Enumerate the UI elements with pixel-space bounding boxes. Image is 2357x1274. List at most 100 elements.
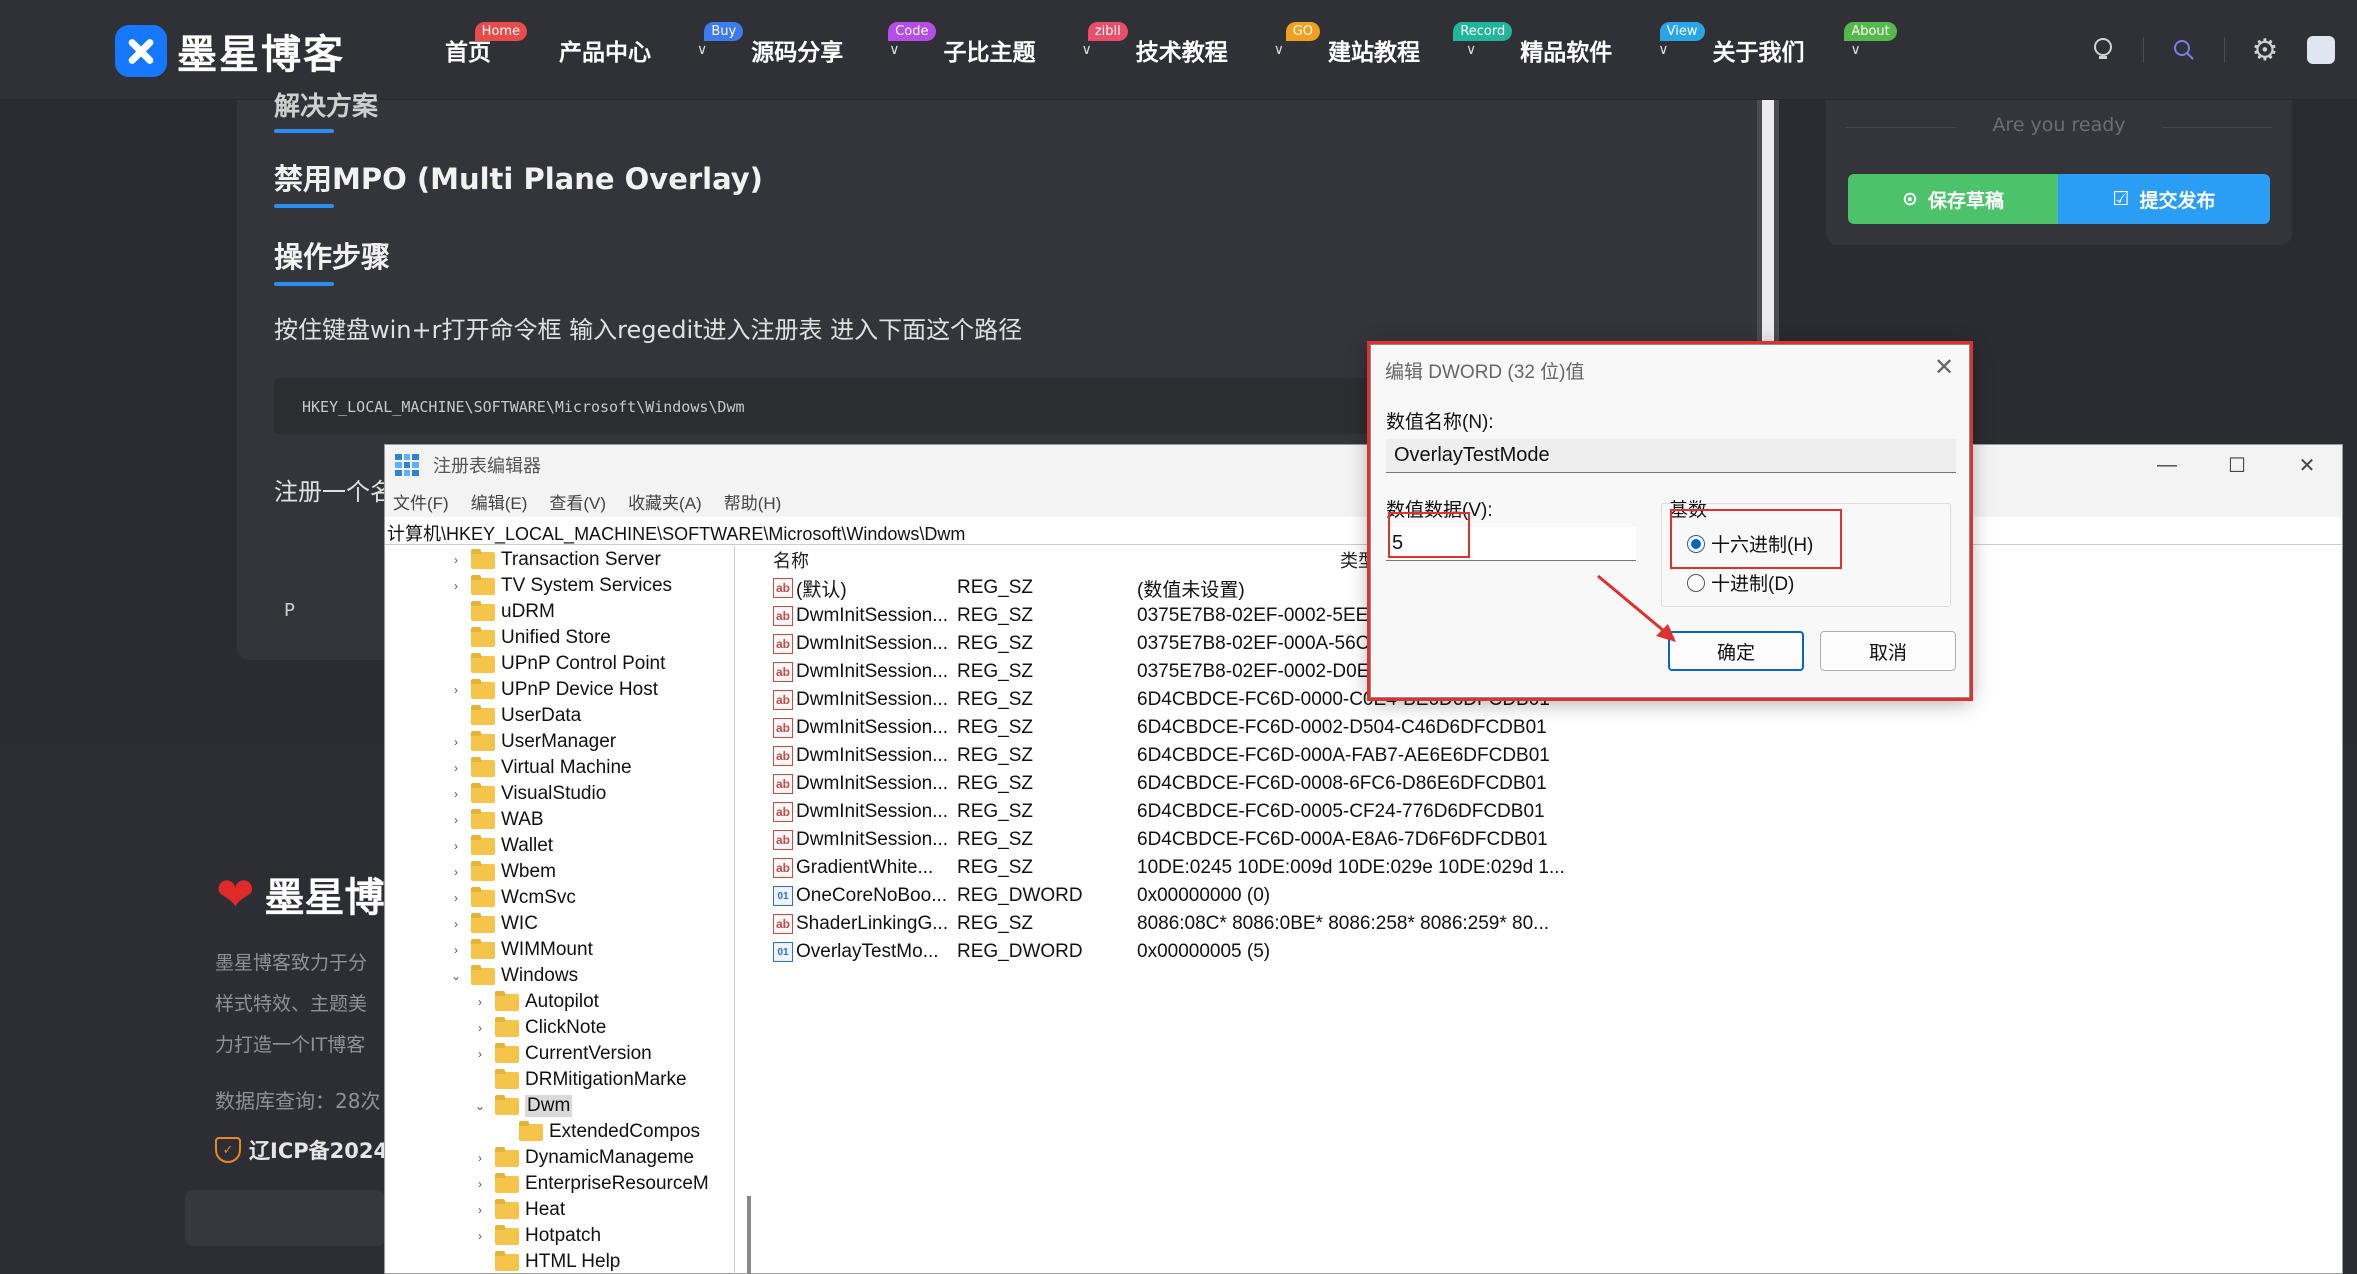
chevron-right-icon[interactable]: › (447, 761, 465, 775)
tree-scrollbar[interactable] (747, 1196, 751, 1274)
chevron-right-icon[interactable]: › (447, 943, 465, 957)
chevron-right-icon[interactable]: › (447, 683, 465, 697)
tree-item[interactable]: › Wbem (447, 859, 556, 885)
tree-item[interactable]: › VisualStudio (447, 781, 606, 807)
tree-item[interactable]: › EnterpriseResourceM (471, 1171, 709, 1197)
nav-item[interactable]: 关于我们 About ∨ (1713, 22, 1897, 70)
value-data-field[interactable]: 5 (1386, 527, 1636, 561)
tree-item[interactable]: › Heat (471, 1197, 565, 1223)
tree-item[interactable]: › Virtual Machine (447, 755, 632, 781)
value-name-field[interactable]: OverlayTestMode (1386, 439, 1956, 473)
maximize-icon[interactable]: ☐ (2202, 445, 2272, 485)
menu-item[interactable]: 编辑(E) (471, 489, 528, 514)
value-row[interactable]: 01 OneCoreNoBoo... REG_DWORD 0x00000000 (0) (773, 882, 2333, 910)
tree-item[interactable]: › WAB (447, 807, 544, 833)
tree-item[interactable]: Unified Store (447, 625, 611, 651)
publish-button[interactable]: ☑ 提交发布 (2058, 174, 2270, 224)
column-header-name[interactable]: 名称 (773, 546, 809, 574)
nav-item[interactable]: 首页 Home (445, 22, 527, 70)
chevron-right-icon[interactable]: › (447, 891, 465, 905)
dialog-close-icon[interactable]: ✕ (1929, 353, 1959, 382)
value-row[interactable]: 01 OverlayTestMo... REG_DWORD 0x00000005 (5… (773, 938, 2333, 966)
minimize-icon[interactable]: — (2132, 445, 2202, 485)
menu-item[interactable]: 帮助(H) (724, 489, 782, 514)
chevron-right-icon[interactable]: › (447, 839, 465, 853)
folder-icon (495, 1146, 519, 1167)
dword-value-icon: 01 (773, 942, 793, 962)
chevron-down-icon[interactable]: ⌄ (447, 969, 465, 983)
tree-item[interactable]: › Autopilot (471, 989, 599, 1015)
tree-item[interactable]: DRMitigationMarke (471, 1067, 687, 1093)
tree-item[interactable]: › WIC (447, 911, 538, 937)
chevron-right-icon[interactable]: › (471, 1177, 489, 1191)
close-icon[interactable]: ✕ (2272, 445, 2342, 485)
chevron-right-icon[interactable]: › (447, 553, 465, 567)
icp-link[interactable]: ✓ 辽ICP备2024 (215, 1135, 388, 1165)
chevron-right-icon[interactable]: › (471, 1047, 489, 1061)
page-scrollbar[interactable] (1757, 100, 1779, 345)
tree-item[interactable]: UserData (447, 703, 581, 729)
value-row[interactable]: ab ShaderLinkingG... REG_SZ 8086:08C* 8086:… (773, 910, 2333, 938)
search-icon[interactable] (2164, 30, 2204, 70)
chevron-right-icon[interactable]: › (471, 1203, 489, 1217)
nav-item[interactable]: 子比主题 zibll ∨ (944, 22, 1128, 70)
tree-item[interactable]: ExtendedCompos (495, 1119, 700, 1145)
value-row[interactable]: ab DwmInitSession... REG_SZ 6D4CBDCE-FC6D-0… (773, 826, 2333, 854)
key-tree: › Transaction Server › TV System Services uD… (385, 546, 735, 1274)
tree-item[interactable]: › Hotpatch (471, 1223, 601, 1249)
menu-item[interactable]: 文件(F) (393, 489, 449, 514)
value-type: REG_SZ (957, 577, 1034, 598)
value-row[interactable]: ab DwmInitSession... REG_SZ 6D4CBDCE-FC6D-0… (773, 770, 2333, 798)
chevron-right-icon[interactable]: › (447, 735, 465, 749)
value-row[interactable]: ab GradientWhite... REG_SZ 10DE:0245 10DE:0… (773, 854, 2333, 882)
chevron-right-icon[interactable]: › (447, 787, 465, 801)
nav-item[interactable]: 源码分享 Code ∨ (751, 22, 936, 70)
chevron-right-icon[interactable]: › (447, 865, 465, 879)
nav-item-label: 源码分享 (751, 40, 844, 66)
tree-item[interactable]: › CurrentVersion (471, 1041, 652, 1067)
address-bar[interactable]: 计算机\HKEY_LOCAL_MACHINE\SOFTWARE\Microsof… (385, 517, 2342, 545)
site-logo[interactable]: 墨星博客 (115, 22, 345, 80)
tree-item[interactable]: HTML Help (471, 1249, 620, 1274)
tree-item[interactable]: › UserManager (447, 729, 616, 755)
chevron-right-icon[interactable]: › (447, 813, 465, 827)
nav-item[interactable]: 精品软件 View ∨ (1520, 22, 1705, 70)
publish-label: 提交发布 (2139, 189, 2216, 212)
avatar-icon[interactable] (2301, 30, 2341, 70)
tree-item[interactable]: › DynamicManageme (471, 1145, 694, 1171)
tree-item[interactable]: › UPnP Device Host (447, 677, 658, 703)
menu-item[interactable]: 收藏夹(A) (628, 489, 702, 514)
bulb-icon[interactable] (2083, 30, 2123, 70)
tree-item[interactable]: UPnP Control Point (447, 651, 665, 677)
save-draft-button[interactable]: ⊙ 保存草稿 (1848, 174, 2058, 224)
chevron-right-icon[interactable]: › (447, 579, 465, 593)
cancel-button[interactable]: 取消 (1820, 631, 1956, 671)
tree-item-label: Heat (525, 1199, 566, 1220)
tree-item[interactable]: ⌄ Windows (447, 963, 578, 989)
tree-item[interactable]: › ClickNote (471, 1015, 606, 1041)
tree-item[interactable]: › WIMMount (447, 937, 593, 963)
code-block[interactable]: HKEY_LOCAL_MACHINE\SOFTWARE\Microsoft\Wi… (274, 378, 1424, 434)
chevron-right-icon[interactable]: › (471, 1229, 489, 1243)
tree-item[interactable]: ⌄ Dwm (471, 1093, 573, 1119)
value-row[interactable]: ab DwmInitSession... REG_SZ 6D4CBDCE-FC6D-0… (773, 714, 2333, 742)
hex-radio[interactable]: 十六进制(H) (1687, 530, 1813, 557)
menu-item[interactable]: 查看(V) (549, 489, 606, 514)
chevron-right-icon[interactable]: › (447, 917, 465, 931)
value-row[interactable]: ab DwmInitSession... REG_SZ 6D4CBDCE-FC6D-0… (773, 742, 2333, 770)
tree-item[interactable]: › WcmSvc (447, 885, 576, 911)
tree-item[interactable]: › Wallet (447, 833, 553, 859)
tree-item[interactable]: uDRM (447, 599, 555, 625)
chevron-right-icon[interactable]: › (471, 1151, 489, 1165)
dec-radio[interactable]: 十进制(D) (1687, 569, 1794, 596)
chevron-right-icon[interactable]: › (471, 1021, 489, 1035)
value-row[interactable]: ab DwmInitSession... REG_SZ 6D4CBDCE-FC6D-0… (773, 798, 2333, 826)
tree-item[interactable]: › TV System Services (447, 573, 672, 599)
tree-item[interactable]: › Transaction Server (447, 547, 661, 573)
nav-item[interactable]: 产品中心 Buy ∨ (559, 22, 744, 70)
nav-item[interactable]: 建站教程 Record ∨ (1328, 22, 1513, 70)
chevron-down-icon[interactable]: ⌄ (471, 1099, 489, 1113)
nav-item[interactable]: 技术教程 GO ∨ (1136, 22, 1320, 70)
gear-icon[interactable]: ⚙ (2245, 30, 2285, 70)
chevron-right-icon[interactable]: › (471, 995, 489, 1009)
